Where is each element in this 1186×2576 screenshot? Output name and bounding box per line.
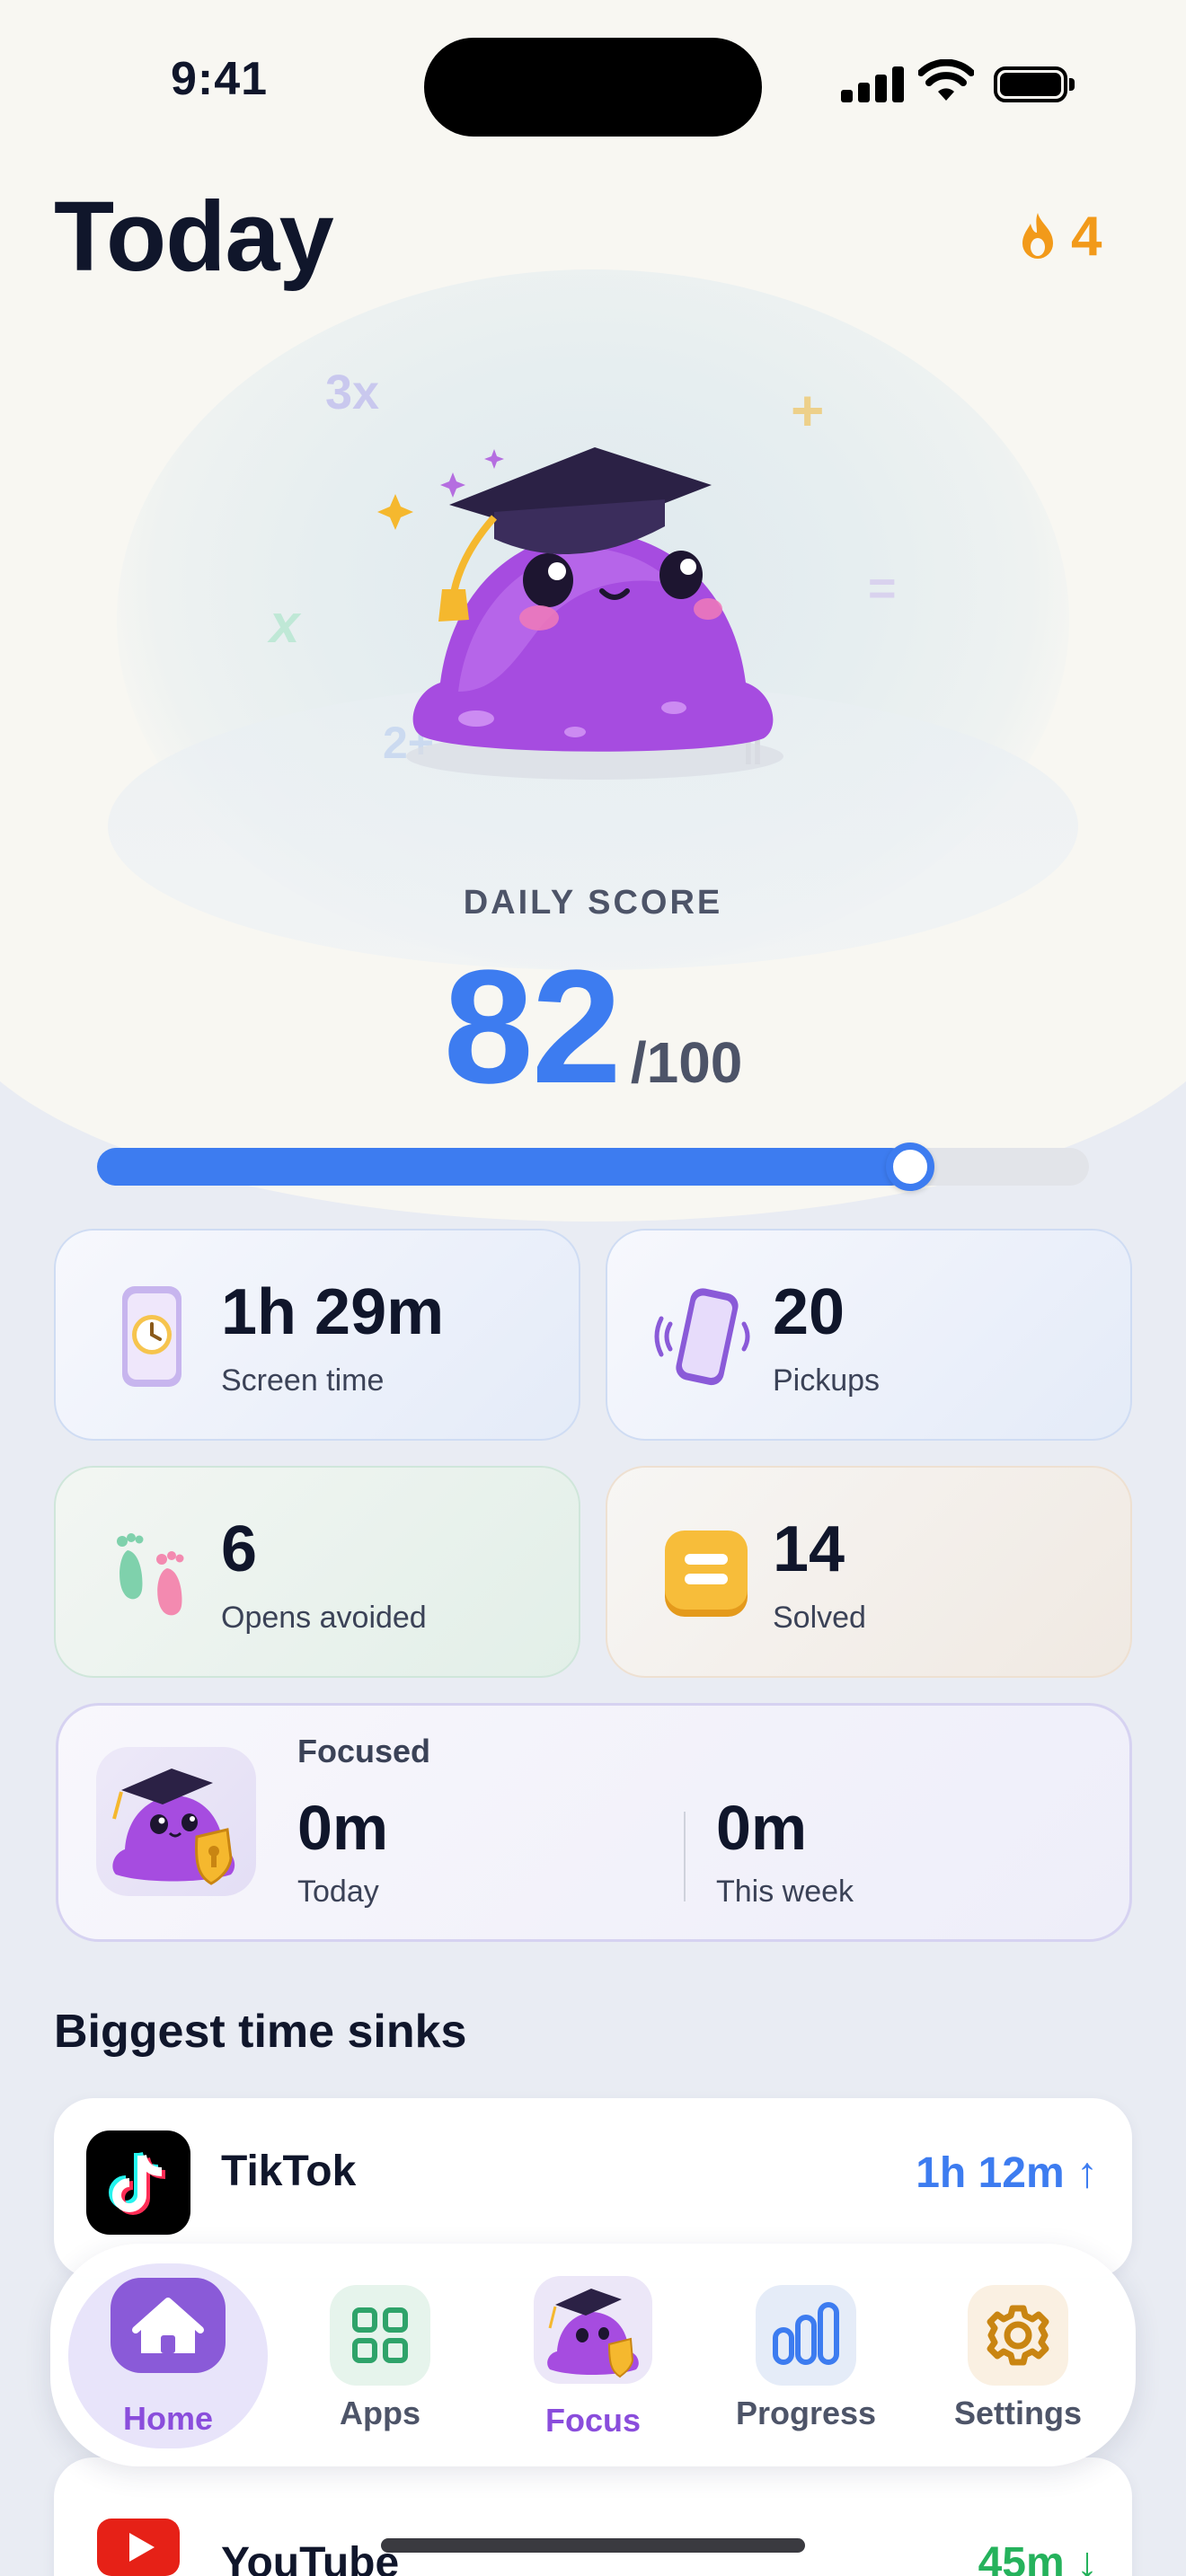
focus-summary-card[interactable]: Focused 0m Today 0m This week <box>56 1703 1132 1942</box>
score-progress-knob <box>886 1142 935 1191</box>
flame-icon <box>1022 212 1053 259</box>
home-indicator <box>381 2538 805 2553</box>
stat-value: 14 <box>773 1513 845 1585</box>
score-label: DAILY SCORE <box>463 884 723 922</box>
streak-badge[interactable]: 4 <box>1017 205 1102 269</box>
cellular-signal-icon <box>841 66 904 102</box>
page-title: Today <box>54 181 334 292</box>
blob-mascot-icon <box>534 2276 652 2384</box>
glyph-equals: = <box>868 561 897 615</box>
tab-label: Progress <box>735 2395 877 2431</box>
app-time-amount: 1h 12m ↑ <box>916 2149 1098 2197</box>
stat-label: Opens avoided <box>221 1601 427 1635</box>
focus-mascot-avatar <box>96 1747 256 1896</box>
stat-label: Solved <box>773 1601 866 1635</box>
tab-label: Home <box>122 2400 214 2437</box>
app-name: TikTok <box>221 2148 357 2195</box>
footprints-icon <box>117 1533 184 1616</box>
battery-icon <box>994 66 1075 102</box>
tab-label: Settings <box>953 2395 1082 2431</box>
score-progress-fill <box>97 1148 911 1186</box>
house-icon <box>111 2278 226 2373</box>
status-time: 9:41 <box>171 53 269 105</box>
focus-today-label: Today <box>297 1875 379 1909</box>
time-sink-item-youtube[interactable]: YouTube 45m ↓ <box>54 2457 1132 2576</box>
stat-card-opens-avoided[interactable]: 6 Opens avoided <box>54 1466 580 1678</box>
app-name: YouTube <box>221 2539 400 2576</box>
tiktok-icon <box>86 2130 190 2235</box>
score-max: /100 <box>630 1030 743 1095</box>
tab-label: Apps <box>340 2395 420 2431</box>
tab-home[interactable]: Home <box>65 2244 271 2466</box>
equals-tile-icon <box>665 1531 748 1617</box>
glyph-3x: 3x <box>325 366 380 419</box>
stat-card-pickups[interactable]: 20 Pickups <box>606 1229 1132 1441</box>
focus-title: Focused <box>297 1733 431 1769</box>
mascot-blob-graduate <box>377 447 783 780</box>
stat-card-screen-time[interactable]: 1h 29m Screen time <box>54 1229 580 1441</box>
focus-today-value: 0m <box>297 1793 389 1863</box>
tab-settings[interactable]: Settings <box>915 2244 1121 2466</box>
score-progress-bar <box>97 1142 1089 1191</box>
score-value: 82 <box>443 937 622 1117</box>
mascot-shield-icon <box>112 1769 235 1885</box>
grid-icon <box>330 2285 430 2386</box>
glyph-x: x <box>270 594 300 654</box>
stat-label: Screen time <box>221 1363 385 1398</box>
stat-value: 6 <box>221 1513 258 1585</box>
youtube-icon <box>86 2493 190 2576</box>
focus-week-value: 0m <box>716 1793 808 1863</box>
tab-label: Focus <box>544 2402 641 2439</box>
bar-chart-icon <box>756 2285 856 2386</box>
focus-week-label: This week <box>716 1875 854 1909</box>
gear-icon <box>968 2285 1068 2386</box>
daily-score: 82/100 <box>0 934 1186 1120</box>
phone-clock-icon <box>122 1286 181 1387</box>
stat-value: 1h 29m <box>221 1276 445 1348</box>
phone-vibrate-icon <box>654 1288 750 1386</box>
dynamic-island <box>424 38 762 137</box>
streak-count: 4 <box>1071 206 1102 268</box>
app-time-amount: 45m ↓ <box>978 2539 1098 2576</box>
tab-apps[interactable]: Apps <box>277 2244 483 2466</box>
wifi-icon <box>918 59 974 101</box>
stat-card-solved[interactable]: 14 Solved <box>606 1466 1132 1678</box>
focus-divider <box>684 1812 686 1901</box>
tab-progress[interactable]: Progress <box>703 2244 909 2466</box>
stat-value: 20 <box>773 1276 845 1348</box>
tab-focus[interactable]: Focus <box>490 2244 696 2466</box>
stat-label: Pickups <box>773 1363 881 1398</box>
section-title-time-sinks: Biggest time sinks <box>54 2006 467 2058</box>
bottom-tab-bar: Home Apps Focus Progress Settings <box>50 2244 1136 2466</box>
